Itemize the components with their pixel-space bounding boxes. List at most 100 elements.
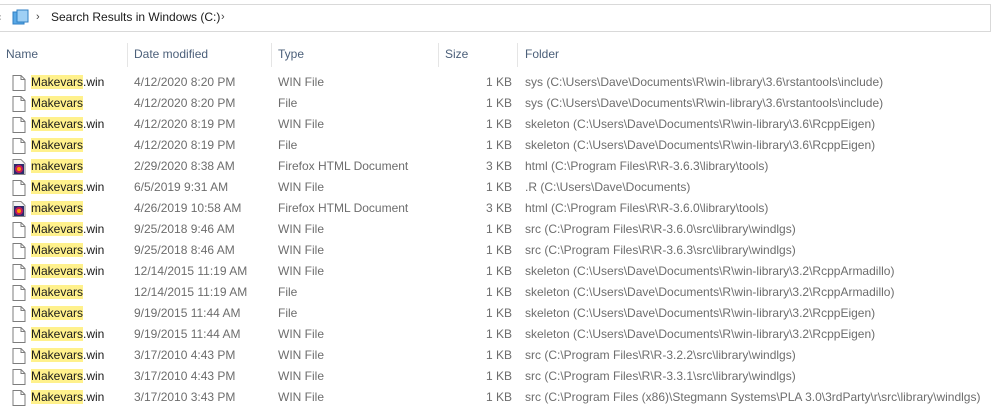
file-name-rest: .win [83,348,105,362]
search-match-highlight: Makevars [31,369,84,383]
list-item[interactable]: Makevars 4/12/2020 8:20 PM File 1 KB sys… [0,93,991,114]
file-name: Makevars.win [31,263,104,280]
size-cell: 1 KB [485,285,512,299]
results-list: Makevars.win 4/12/2020 8:20 PM WIN File … [0,72,991,408]
column-header-type[interactable]: Type [278,41,304,67]
list-item[interactable]: makevars 4/26/2019 10:58 AM Firefox HTML… [0,198,991,219]
breadcrumb-location[interactable]: Search Results in Windows (C:) [51,10,220,24]
folder-cell: skeleton (C:\Users\Dave\Documents\R\win-… [525,138,876,152]
list-item[interactable]: Makevars 9/19/2015 11:44 AM File 1 KB sk… [0,303,991,324]
date-modified-cell: 9/25/2018 9:46 AM [134,222,235,236]
search-match-highlight: Makevars [31,348,84,362]
column-header-date-modified[interactable]: Date modified [134,41,208,67]
folder-cell: sys (C:\Users\Dave\Documents\R\win-libra… [525,75,884,89]
column-divider[interactable] [271,43,272,67]
file-name: Makevars [31,95,84,112]
file-icon [12,222,26,238]
column-header-row: Name Date modified Type Size Folder [0,41,991,67]
file-icon [12,180,26,196]
folder-cell: skeleton (C:\Users\Dave\Documents\R\win-… [525,327,876,341]
search-match-highlight: Makevars [31,180,84,194]
size-cell: 1 KB [485,348,512,362]
file-name: Makevars.win [31,242,104,259]
search-match-highlight: Makevars [31,264,84,278]
type-cell: File [278,285,298,299]
column-divider[interactable] [517,43,518,67]
file-icon [12,285,26,301]
file-name-rest: .win [83,327,105,341]
file-name-rest: .win [83,390,105,404]
list-item[interactable]: Makevars 12/14/2015 11:19 AM File 1 KB s… [0,282,991,303]
list-item[interactable]: makevars 2/29/2020 8:38 AM Firefox HTML … [0,156,991,177]
search-match-highlight: Makevars [31,117,84,131]
breadcrumb-dropdown-chevron-icon[interactable]: › [221,10,225,24]
folder-cell: skeleton (C:\Users\Dave\Documents\R\win-… [525,264,895,278]
search-match-highlight: Makevars [31,75,84,89]
list-item[interactable]: Makevars.win 9/25/2018 9:46 AM WIN File … [0,219,991,240]
list-item[interactable]: Makevars.win 3/17/2010 4:43 PM WIN File … [0,345,991,366]
date-modified-cell: 6/5/2019 9:31 AM [134,180,229,194]
file-name-rest: .win [83,75,105,89]
file-icon [12,390,26,406]
folder-cell: sys (C:\Users\Dave\Documents\R\win-libra… [525,96,884,110]
file-icon [12,369,26,385]
size-cell: 1 KB [485,327,512,341]
type-cell: WIN File [278,348,324,362]
chevron-up-icon[interactable]: ‹ [0,11,6,25]
column-header-name[interactable]: Name [6,41,38,67]
folder-cell: src (C:\Program Files (x86)\Stegmann Sys… [525,390,981,404]
size-cell: 1 KB [485,264,512,278]
date-modified-cell: 9/19/2015 11:44 AM [134,306,241,320]
date-modified-cell: 2/29/2020 8:38 AM [134,159,235,173]
search-match-highlight: Makevars [31,390,84,404]
size-cell: 1 KB [485,180,512,194]
type-cell: WIN File [278,222,324,236]
folder-cell: src (C:\Program Files\R\R-3.6.3\src\libr… [525,243,796,257]
search-match-highlight: Makevars [31,243,84,257]
size-cell: 3 KB [485,201,512,215]
file-name-rest: .win [83,369,105,383]
firefox-document-icon [12,201,26,217]
type-cell: WIN File [278,264,324,278]
list-item[interactable]: Makevars.win 9/19/2015 11:44 AM WIN File… [0,324,991,345]
list-item[interactable]: Makevars.win 3/17/2010 4:43 PM WIN File … [0,366,991,387]
list-item[interactable]: Makevars.win 3/17/2010 3:43 PM WIN File … [0,387,991,408]
file-icon [12,264,26,280]
list-item[interactable]: Makevars.win 6/5/2019 9:31 AM WIN File 1… [0,177,991,198]
type-cell: WIN File [278,369,324,383]
file-name-rest: .win [83,117,105,131]
date-modified-cell: 12/14/2015 11:19 AM [134,285,248,299]
breadcrumb-separator[interactable]: › [36,10,40,24]
file-name: Makevars.win [31,389,104,406]
folder-cell: html (C:\Program Files\R\R-3.6.0\library… [525,201,769,215]
file-name: Makevars.win [31,368,104,385]
date-modified-cell: 4/12/2020 8:19 PM [134,117,236,131]
search-match-highlight: Makevars [31,96,84,110]
file-icon [12,348,26,364]
address-bar[interactable]: ‹ › Search Results in Windows (C:) › [0,4,991,32]
column-header-folder[interactable]: Folder [525,41,559,67]
date-modified-cell: 9/25/2018 8:46 AM [134,243,235,257]
type-cell: WIN File [278,390,324,404]
list-item[interactable]: Makevars 4/12/2020 8:19 PM File 1 KB ske… [0,135,991,156]
file-icon [12,75,26,91]
column-divider[interactable] [127,43,128,67]
size-cell: 1 KB [485,390,512,404]
type-cell: WIN File [278,117,324,131]
file-name: Makevars.win [31,221,104,238]
column-divider[interactable] [438,43,439,67]
column-header-size[interactable]: Size [445,41,468,67]
date-modified-cell: 4/26/2019 10:58 AM [134,201,242,215]
type-cell: WIN File [278,327,324,341]
type-cell: File [278,96,298,110]
type-cell: File [278,138,298,152]
list-item[interactable]: Makevars.win 4/12/2020 8:19 PM WIN File … [0,114,991,135]
list-item[interactable]: Makevars.win 9/25/2018 8:46 AM WIN File … [0,240,991,261]
search-match-highlight: Makevars [31,285,84,299]
list-item[interactable]: Makevars.win 12/14/2015 11:19 AM WIN Fil… [0,261,991,282]
file-name: Makevars [31,137,84,154]
file-name: Makevars.win [31,179,104,196]
date-modified-cell: 4/12/2020 8:20 PM [134,75,236,89]
list-item[interactable]: Makevars.win 4/12/2020 8:20 PM WIN File … [0,72,991,93]
date-modified-cell: 4/12/2020 8:20 PM [134,96,236,110]
